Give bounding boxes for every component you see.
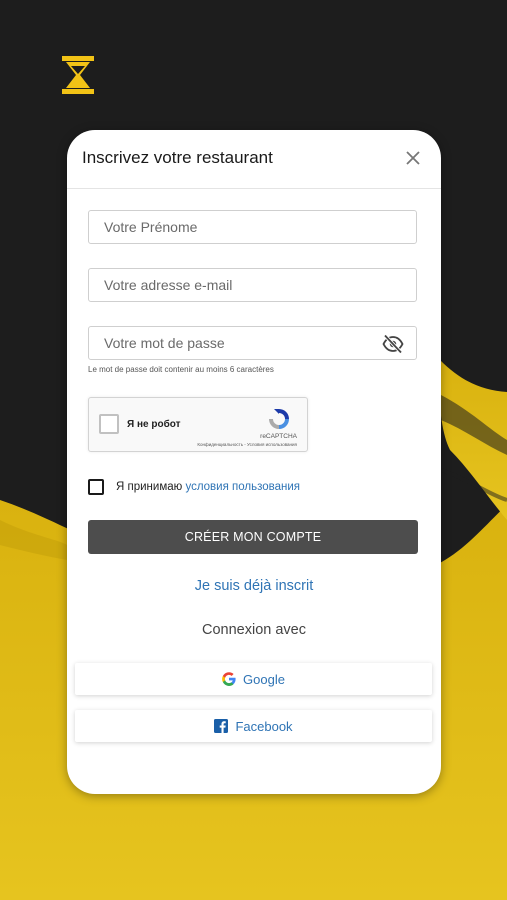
facebook-icon (214, 719, 229, 733)
close-icon[interactable] (405, 150, 421, 166)
terms-label: Я принимаю (116, 481, 183, 493)
card-title: Inscrivez votre restaurant (82, 148, 273, 167)
hourglass-icon (62, 56, 94, 94)
recaptcha-brand: reCAPTCHA (260, 433, 297, 440)
facebook-label: Facebook (235, 718, 293, 734)
google-label: Google (243, 671, 285, 687)
card-header: Inscrivez votre restaurant (67, 130, 441, 189)
connect-with-label: Connexion avec (202, 622, 306, 638)
google-icon (222, 672, 236, 686)
password-hint: Le mot de passe doit contenir au moins 6… (88, 365, 274, 374)
facebook-button[interactable]: Facebook (75, 710, 432, 742)
terms-text: Я принимаю условия пользования (116, 481, 300, 493)
recaptcha-icon (269, 409, 289, 429)
recaptcha-label: Я не робот (127, 419, 181, 430)
terms-link[interactable]: условия пользования (185, 481, 300, 493)
email-field[interactable] (88, 268, 417, 302)
recaptcha-checkbox[interactable] (99, 414, 119, 434)
email-input[interactable] (89, 269, 416, 301)
first-name-input[interactable] (89, 211, 416, 243)
terms-checkbox[interactable] (88, 479, 104, 495)
create-account-button[interactable]: CRÉER MON COMPTE (88, 520, 418, 554)
password-field[interactable] (88, 326, 417, 360)
password-input[interactable] (89, 327, 416, 359)
recaptcha-widget: Я не робот reCAPTCHA Конфиденциальность … (88, 397, 308, 452)
recaptcha-links[interactable]: Конфиденциальность - Условия использован… (197, 442, 297, 447)
google-button[interactable]: Google (75, 663, 432, 695)
first-name-field[interactable] (88, 210, 417, 244)
signup-card: Inscrivez votre restaurant Le mot de pas… (67, 130, 441, 794)
eye-slash-icon[interactable] (382, 334, 404, 354)
already-registered-link[interactable]: Je suis déjà inscrit (67, 578, 441, 594)
